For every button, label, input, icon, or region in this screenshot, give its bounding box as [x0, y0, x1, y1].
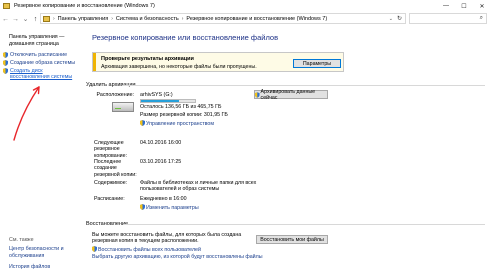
sidebar-item-disable-schedule[interactable]: Отключить расписание: [3, 52, 67, 58]
notice-text: Архивация завершена, но некоторые файлы …: [101, 64, 257, 70]
maximize-button[interactable]: ☐: [455, 0, 473, 12]
breadcrumb-control-panel[interactable]: Панель управления: [58, 16, 109, 22]
restore-divider: [124, 224, 485, 225]
restore-my-files-button[interactable]: Восстановить мои файлы: [256, 235, 328, 244]
hard-drive-icon: [112, 102, 134, 112]
contents-value: Файлы в библиотеках и личные папки для в…: [140, 180, 257, 193]
window-title: Резервное копирование и восстановление (…: [14, 3, 155, 9]
search-icon[interactable]: ⌕: [480, 15, 483, 22]
control-panel-icon: [3, 3, 10, 9]
restore-all-users-label: Восстановить файлы всех пользователей: [98, 247, 201, 253]
notice-options-button[interactable]: Параметры: [293, 59, 341, 68]
search-input[interactable]: ⌕: [409, 13, 487, 24]
address-bar[interactable]: › Панель управления › Система и безопасн…: [40, 13, 406, 24]
next-backup-label: Следующее резервное копирование:: [94, 140, 128, 159]
shield-icon: [3, 52, 8, 58]
chevron-right-icon[interactable]: ›: [182, 16, 184, 22]
close-button[interactable]: ✕: [473, 0, 491, 12]
archive-now-button[interactable]: Архивировать данные сейчас: [254, 88, 328, 101]
main-content: Резервное копирование или восстановление…: [82, 26, 491, 278]
change-settings-label: Изменить параметры: [146, 205, 199, 211]
shield-icon: [140, 120, 145, 126]
last-backup-label: Последнее создание резервной копии:: [94, 159, 137, 178]
chevron-down-icon[interactable]: ⌄: [389, 16, 393, 22]
sidebar-link-security-center[interactable]: Центр безопасности и обслуживания: [9, 246, 77, 259]
drive-name: arhivSYS (G:): [140, 92, 173, 98]
backup-size-text: Размер резервной копии: 301,95 ГБ: [140, 112, 228, 118]
sidebar-item-create-image[interactable]: Создание образа системы: [3, 60, 75, 66]
manage-space-label: Управление пространством: [146, 121, 214, 127]
notice-accent-bar: [93, 53, 96, 71]
shield-icon: [92, 246, 97, 252]
shield-icon: [255, 91, 260, 98]
recent-locations-icon[interactable]: ⌄: [21, 14, 30, 24]
sidebar: Панель управления — домашняя страница От…: [0, 26, 82, 278]
select-other-backup-link[interactable]: Выбрать другую архивацию, из которой буд…: [92, 254, 263, 260]
back-arrow-icon[interactable]: ←: [1, 14, 10, 24]
page-title: Резервное копирование или восстановление…: [92, 33, 279, 42]
sidebar-item-create-recovery-disk[interactable]: Создать диск восстановления системы: [3, 68, 81, 80]
breadcrumb-backup-restore[interactable]: Резервное копирование и восстановление (…: [186, 16, 327, 22]
location-label: Расположение:: [96, 92, 134, 98]
sidebar-item-label: Создание образа системы: [10, 60, 76, 66]
minimize-button[interactable]: —: [437, 0, 455, 12]
schedule-label: Расписание:: [94, 196, 125, 202]
up-arrow-icon[interactable]: ↑: [31, 14, 40, 24]
disk-usage-bar: [140, 99, 196, 103]
sidebar-home-link[interactable]: Панель управления — домашняя страница: [9, 34, 75, 47]
see-also-heading: См. также: [9, 237, 34, 243]
chevron-right-icon[interactable]: ›: [111, 16, 113, 22]
sidebar-item-label: Создать диск восстановления системы: [10, 68, 73, 80]
forward-arrow-icon[interactable]: →: [11, 14, 20, 24]
select-other-backup-label: Выбрать другую архивацию, из которой буд…: [92, 254, 263, 260]
next-backup-value: 04.10.2016 16:00: [140, 140, 182, 146]
refresh-icon[interactable]: ↻: [397, 15, 402, 22]
manage-space-link[interactable]: Управление пространством: [140, 120, 214, 127]
contents-label: Содержимое:: [94, 180, 128, 186]
navigation-bar: ← → ⌄ ↑ › Панель управления › Система и …: [0, 12, 491, 26]
chevron-right-icon[interactable]: ›: [53, 16, 55, 22]
restore-section-heading: Восстановление: [86, 221, 129, 227]
title-bar: Резервное копирование и восстановление (…: [0, 0, 491, 12]
notice-title: Проверьте результаты архивации: [101, 56, 194, 62]
shield-icon: [3, 60, 8, 66]
restore-all-users-link[interactable]: Восстановить файлы всех пользователей: [92, 246, 201, 253]
last-backup-value: 03.10.2016 17:25: [140, 159, 182, 165]
control-panel-icon: [43, 15, 50, 22]
shield-icon: [3, 68, 8, 74]
schedule-value: Ежедневно в 16:00: [140, 196, 187, 202]
change-settings-link[interactable]: Изменить параметры: [140, 204, 199, 211]
free-space-text: Осталось 136,56 ГБ из 465,75 ГБ: [140, 104, 222, 110]
breadcrumb-system-security[interactable]: Система и безопасность: [116, 16, 179, 22]
sidebar-link-file-history[interactable]: История файлов: [9, 264, 77, 271]
window-controls: — ☐ ✕: [437, 0, 491, 12]
shield-icon: [140, 204, 145, 210]
disk-usage-fill: [141, 100, 180, 102]
restore-description: Вы можете восстановить файлы, для которы…: [92, 232, 242, 245]
warning-notice: Проверьте результаты архивации Архивация…: [92, 52, 344, 72]
backup-divider: [122, 85, 485, 86]
sidebar-item-label: Отключить расписание: [10, 52, 68, 58]
archive-now-label: Архивировать данные сейчас: [260, 88, 316, 101]
